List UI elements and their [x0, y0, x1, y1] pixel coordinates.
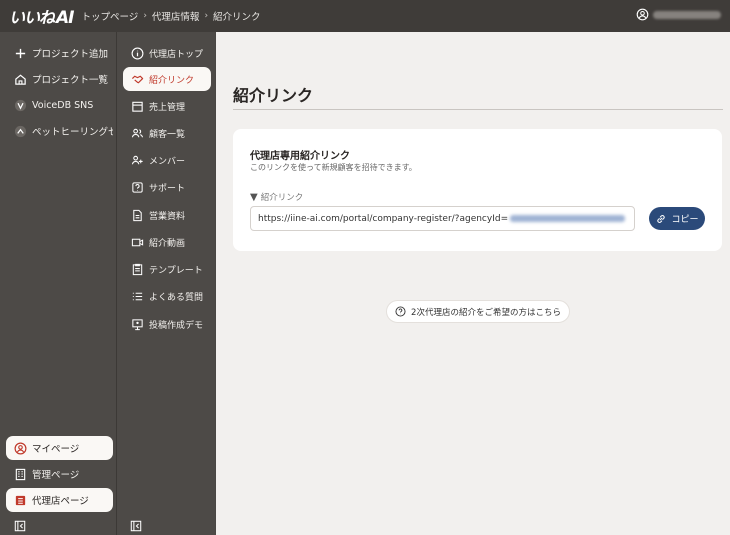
sidebar-item-label: プロジェクト追加: [32, 49, 109, 60]
card-description: このリンクを使って新規顧客を招待できます。: [250, 163, 417, 172]
sidebar-item-label: よくある質問: [149, 292, 204, 303]
sidebar-item-agency-top[interactable]: 代理店トップ: [123, 41, 211, 65]
sidebar-item-referral-link[interactable]: 紹介リンク: [123, 67, 211, 91]
breadcrumb-referral-link: 紹介リンク: [213, 12, 261, 23]
help-circle-icon: [395, 306, 406, 317]
sidebar-item-label: 代理店トップ: [149, 49, 204, 60]
triangle-down-icon: ▼: [250, 191, 258, 203]
handshake-icon: [131, 75, 144, 83]
sidebar-item-my-page[interactable]: マイページ: [6, 436, 113, 460]
card-title: 代理店専用紹介リンク: [250, 151, 350, 162]
sidebar-item-pet-healing[interactable]: ペットヒーリングセラ...: [6, 119, 113, 143]
sidebar-item-label: 売上管理: [149, 102, 186, 113]
referral-link-card: 代理店専用紹介リンク このリンクを使って新規顧客を招待できます。 ▼ 紹介リンク…: [233, 129, 722, 251]
v-circle-icon: [14, 99, 27, 111]
sidebar-item-sales-materials[interactable]: 営業資料: [123, 203, 211, 227]
secondary-agency-link-text: 2次代理店の紹介をご希望の方はこちら: [411, 307, 561, 318]
sidebar-item-agency-page[interactable]: 代理店ページ: [6, 488, 113, 512]
info-icon: [131, 47, 144, 59]
account-circle-icon: [14, 442, 27, 454]
template-icon: [132, 263, 143, 275]
link-icon: [657, 214, 666, 223]
sidebar-item-label: テンプレート: [149, 265, 203, 276]
sidebar-item-members[interactable]: メンバー: [123, 148, 211, 172]
sidebar-item-label: 代理店ページ: [32, 496, 89, 507]
sidebar-item-project-list[interactable]: プロジェクト一覧: [6, 67, 113, 91]
sidebar-item-label: プロジェクト一覧: [32, 75, 109, 86]
sidebar-item-admin-page[interactable]: 管理ページ: [6, 462, 113, 486]
sidebar-item-label: 投稿作成デモ: [149, 320, 204, 331]
presentation-icon: [132, 318, 143, 330]
agency-id-redacted: [510, 215, 626, 222]
sidebar-item-intro-video[interactable]: 紹介動画: [123, 230, 211, 254]
account-circle-icon: [636, 8, 649, 21]
breadcrumb-agency-info[interactable]: 代理店情報: [152, 9, 200, 23]
sidebar-item-support[interactable]: サポート: [123, 175, 211, 199]
account-name-redacted: [653, 10, 721, 19]
home-icon: [15, 74, 26, 85]
sidebar-item-label: 営業資料: [149, 211, 186, 222]
calendar-icon: [132, 101, 143, 112]
sidebar-item-customers[interactable]: 顧客一覧: [123, 121, 211, 145]
list-icon: [132, 292, 143, 300]
sidebar-item-post-demo[interactable]: 投稿作成デモ: [123, 312, 211, 336]
sidebar-item-templates[interactable]: テンプレート: [123, 257, 211, 281]
secondary-agency-link[interactable]: 2次代理店の紹介をご希望の方はこちら: [386, 300, 570, 323]
sidebar-item-label: 紹介リンク: [149, 75, 195, 86]
sidebar-item-label: ペットヒーリングセラ...: [32, 127, 113, 138]
sidebar-item-label: 管理ページ: [32, 470, 80, 481]
collapse-subsidebar-icon[interactable]: [130, 520, 142, 532]
collapse-sidebar-icon[interactable]: [14, 520, 26, 532]
sidebar-item-label: 紹介動画: [149, 238, 186, 249]
referral-url-field[interactable]: https://iine-ai.com/portal/company-regis…: [250, 206, 635, 231]
account-menu[interactable]: [636, 8, 721, 21]
document-icon: [133, 209, 142, 221]
field-label: ▼ 紹介リンク: [250, 191, 304, 204]
title-divider: [233, 109, 723, 110]
logo-text: いいね: [9, 8, 55, 27]
copy-button[interactable]: コピー: [649, 207, 705, 230]
sidebar-item-label: マイページ: [32, 444, 80, 455]
chevron-right-icon: ›: [204, 11, 209, 21]
sidebar-item-label: メンバー: [149, 156, 186, 167]
sidebar-item-label: サポート: [149, 183, 186, 194]
chevron-right-icon: ›: [143, 11, 147, 21]
field-label-text: 紹介リンク: [260, 193, 304, 203]
logo-ai-text: AI: [56, 8, 75, 28]
plus-icon: [15, 48, 26, 58]
chevron-circle-icon: [14, 125, 27, 137]
page-title: 紹介リンク: [233, 86, 314, 105]
breadcrumb-top[interactable]: トップページ: [82, 9, 139, 23]
referral-url-text: https://iine-ai.com/portal/company-regis…: [258, 213, 509, 224]
sidebar-item-label: 顧客一覧: [149, 129, 186, 140]
building-icon: [15, 468, 26, 480]
help-icon: [132, 181, 143, 193]
main-content: 紹介リンク 代理店専用紹介リンク このリンクを使って新規顧客を招待できます。 ▼…: [216, 32, 730, 535]
agency-icon: [15, 495, 26, 505]
app-logo[interactable]: いいね AI: [9, 5, 75, 28]
video-icon: [131, 238, 144, 246]
sidebar-item-voicedb-sns[interactable]: VoiceDB SNS: [6, 93, 113, 117]
sidebar-item-sales[interactable]: 売上管理: [123, 94, 211, 118]
sidebar-item-add-project[interactable]: プロジェクト追加: [6, 41, 113, 65]
copy-button-label: コピー: [671, 214, 699, 224]
agency-sidebar: 代理店トップ 紹介リンク 売上管理 顧客一覧 メンバー サポート 営業資料 紹介…: [116, 32, 215, 535]
users-icon: [131, 128, 144, 137]
project-sidebar: プロジェクト追加 プロジェクト一覧 VoiceDB SNS ペットヒーリングセラ…: [0, 32, 116, 535]
sidebar-item-faq[interactable]: よくある質問: [123, 284, 211, 308]
sidebar-item-label: VoiceDB SNS: [32, 99, 94, 111]
top-bar: いいね AI トップページ › 代理店情報 › 紹介リンク: [0, 0, 730, 32]
breadcrumb: トップページ › 代理店情報 › 紹介リンク: [82, 9, 261, 23]
user-add-icon: [131, 155, 143, 164]
